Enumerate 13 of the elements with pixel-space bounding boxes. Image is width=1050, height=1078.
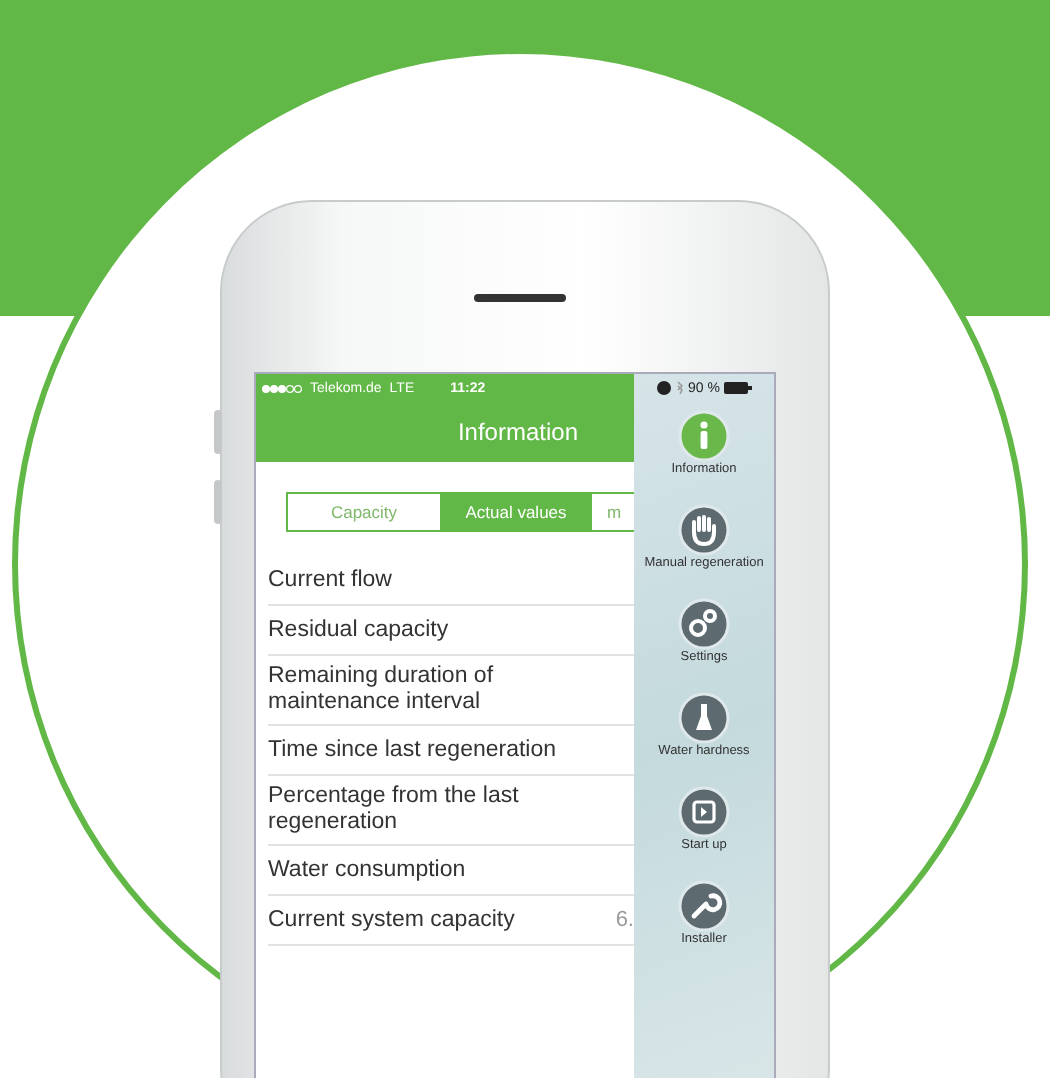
signal-icon	[262, 383, 302, 393]
row-label: Percentage from the last regeneration	[268, 784, 521, 836]
screen-title: Information	[457, 418, 578, 446]
bluetooth-icon	[676, 380, 685, 396]
battery-icon	[723, 382, 752, 394]
row-label: Current system capacity	[268, 907, 515, 933]
row-label: Residual capacity	[268, 617, 449, 643]
row-label: Time since last regeneration	[268, 737, 557, 763]
row-label: Current flow	[268, 567, 392, 593]
row-label: Remaining duration of maintenance interval	[268, 664, 496, 716]
row-value: 6.	[615, 908, 634, 932]
speaker-slot	[474, 294, 566, 302]
row-label: Water consumption	[268, 857, 466, 883]
